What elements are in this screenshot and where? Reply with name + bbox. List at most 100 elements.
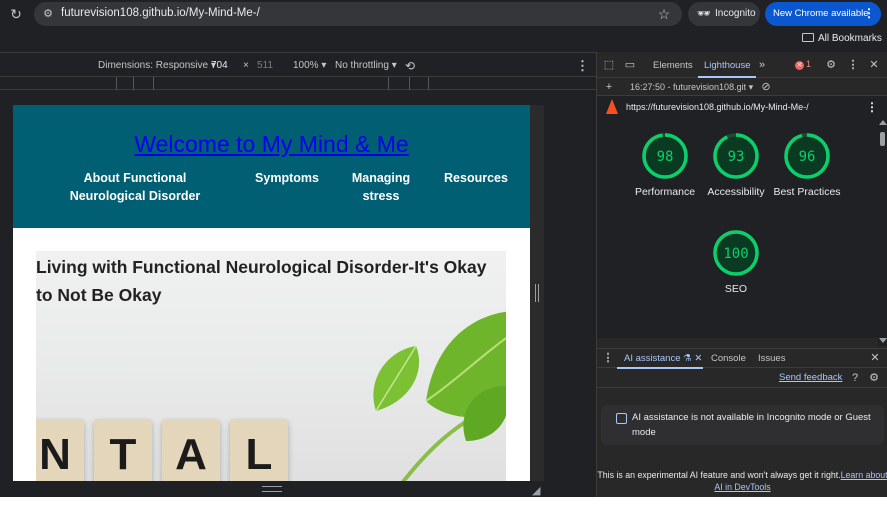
scroll-down-icon[interactable] — [879, 338, 887, 343]
flask-icon: ⚗ — [683, 353, 692, 364]
gauge-accessibility[interactable]: 93 Accessibility — [701, 132, 771, 199]
ai-unavailable-notice: AI assistance is not available in Incogn… — [601, 405, 884, 445]
chrome-menu-icon[interactable]: ⋮ — [863, 6, 875, 20]
ai-unavailable-text: AI assistance is not available in Incogn… — [632, 412, 871, 438]
letter-tile: L — [230, 419, 288, 481]
bookmarks-bar: All Bookmarks — [0, 28, 887, 52]
report-scrollbar[interactable] — [878, 118, 887, 346]
report-menu-icon[interactable]: ⋮ — [866, 100, 878, 114]
drawer-menu-icon[interactable]: ⋮ — [601, 351, 615, 365]
incognito-icon: 🕶 — [697, 8, 711, 20]
clear-reports-icon[interactable]: ⊘ — [759, 80, 773, 94]
tab-ai-assistance-label: AI assistance — [624, 353, 681, 364]
device-toolbar: Dimensions: Responsive ▾ 704 × 511 100% … — [0, 52, 596, 76]
browser-toolbar: ↻ ⚙ futurevision108.github.io/My-Mind-Me… — [0, 0, 887, 28]
close-devtools-icon[interactable]: ✕ — [867, 58, 881, 72]
nav-link-resources[interactable]: Resources — [438, 169, 514, 187]
incognito-indicator[interactable]: 🕶 Incognito — [688, 2, 760, 26]
device-toggle-icon[interactable]: ▭ — [623, 58, 637, 72]
gauge-score: 98 — [657, 149, 674, 165]
letter-tile-text: T — [109, 430, 137, 479]
inspect-element-icon[interactable]: ⬚ — [602, 58, 616, 72]
scroll-thumb[interactable] — [880, 132, 885, 146]
letter-tile-text: L — [245, 430, 273, 479]
resize-handle-bottom[interactable] — [262, 486, 282, 492]
bookmark-star-icon[interactable]: ☆ — [656, 6, 672, 22]
dimensions-label: Dimensions: Responsive — [98, 60, 209, 71]
update-chrome-button[interactable]: New Chrome available ⋮ — [765, 2, 881, 26]
emulated-page: Welcome to My Mind & Me About Functional… — [13, 105, 530, 481]
incognito-label: Incognito — [715, 8, 756, 19]
tab-issues[interactable]: Issues — [758, 353, 785, 364]
letter-tile: N — [36, 419, 84, 481]
width-input[interactable]: 704 — [211, 60, 228, 71]
lighthouse-report-header: https://futurevision108.github.io/My-Min… — [597, 96, 887, 118]
ai-disclaimer: This is an experimental AI feature and w… — [597, 469, 887, 493]
error-icon: ✕ — [795, 61, 804, 70]
throttling-dropdown[interactable]: No throttling ▾ — [335, 60, 397, 71]
ai-settings-icon[interactable]: ⚙ — [867, 371, 881, 385]
tab-lighthouse[interactable]: Lighthouse — [704, 60, 750, 71]
zoom-dropdown[interactable]: 100% ▾ — [293, 60, 326, 71]
update-chrome-label: New Chrome available — [773, 8, 869, 19]
site-title-link[interactable]: Welcome to My Mind & Me — [13, 131, 530, 158]
nav-link-about-fnd[interactable]: About Functional Neurological Disorder — [46, 169, 224, 205]
error-count-badge[interactable]: ✕ 1 — [795, 59, 811, 70]
gauge-score: 96 — [799, 149, 816, 165]
device-toolbar-menu-icon[interactable]: ⋮ — [576, 58, 589, 74]
reload-icon[interactable]: ↻ — [8, 6, 24, 22]
gauge-performance[interactable]: 98 Performance — [630, 132, 700, 199]
gauge-seo[interactable]: 100 SEO — [701, 229, 771, 296]
resize-handle-right[interactable] — [535, 284, 539, 302]
close-drawer-icon[interactable]: ✕ — [868, 351, 882, 365]
devtools-panel: ⬚ ▭ Elements Lighthouse » ✕ 1 ⚙ ⋮ ✕ + 16:… — [596, 52, 887, 497]
gauge-ring: 98 — [642, 133, 688, 179]
dimensions-dropdown[interactable]: Dimensions: Responsive ▾ — [98, 60, 216, 71]
dimension-separator: × — [243, 60, 249, 71]
address-bar[interactable]: ⚙ futurevision108.github.io/My-Mind-Me-/… — [34, 2, 682, 26]
nav-link-symptoms[interactable]: Symptoms — [249, 169, 325, 187]
gauge-label: Best Practices — [773, 186, 841, 198]
settings-gear-icon[interactable]: ⚙ — [824, 58, 838, 72]
letter-tile: A — [162, 419, 220, 481]
gauge-ring: 96 — [784, 133, 830, 179]
tab-elements[interactable]: Elements — [653, 60, 693, 71]
error-count: 1 — [806, 59, 812, 69]
nav-link-managing-stress[interactable]: Managing stress — [344, 169, 418, 205]
ai-assistance-icon — [616, 413, 627, 424]
height-input[interactable]: 511 — [257, 60, 273, 71]
help-icon[interactable]: ? — [848, 371, 862, 385]
browser-window: ↻ ⚙ futurevision108.github.io/My-Mind-Me… — [0, 0, 887, 497]
all-bookmarks-button[interactable]: All Bookmarks — [802, 33, 882, 44]
letter-tile: T — [94, 419, 152, 481]
all-bookmarks-label: All Bookmarks — [818, 33, 882, 44]
rotate-icon[interactable]: ⟲ — [403, 59, 417, 73]
devtools-menu-icon[interactable]: ⋮ — [846, 58, 860, 72]
gauge-label: SEO — [724, 283, 748, 295]
address-bar-url[interactable]: futurevision108.github.io/My-Mind-Me-/ — [61, 7, 260, 19]
site-settings-icon[interactable]: ⚙ — [40, 6, 56, 22]
scroll-up-icon[interactable] — [879, 120, 887, 125]
gauge-ring: 100 — [713, 230, 759, 276]
tab-console[interactable]: Console — [711, 353, 746, 364]
close-tab-icon[interactable]: ✕ — [694, 353, 702, 364]
gauge-score: 93 — [728, 149, 745, 165]
gauge-label: Accessibility — [707, 186, 765, 198]
zoom-label: 100% — [293, 60, 319, 71]
folder-icon — [802, 33, 814, 42]
page-bottom-margin — [0, 497, 887, 512]
report-url[interactable]: https://futurevision108.github.io/My-Min… — [626, 102, 809, 112]
send-feedback-link[interactable]: Send feedback — [779, 372, 842, 383]
gauge-best-practices[interactable]: 96 Best Practices — [772, 132, 842, 199]
tab-ai-assistance[interactable]: AI assistance ⚗ ✕ — [624, 353, 702, 364]
media-query-ruler — [0, 76, 596, 90]
report-select[interactable]: 16:27:50 - futurevision108.git ▾ — [630, 82, 753, 93]
gauge-score: 100 — [723, 246, 748, 262]
new-report-icon[interactable]: + — [602, 80, 616, 94]
ai-disclaimer-text: This is an experimental AI feature and w… — [597, 470, 841, 480]
lighthouse-scores: 98 Performance 93 Accessibility 96 Best — [597, 118, 878, 338]
resize-handle-corner[interactable]: ◢ — [532, 484, 540, 497]
lighthouse-logo-icon — [606, 99, 618, 114]
hero-image: Living with Functional Neurological Diso… — [36, 251, 506, 481]
more-tabs-icon[interactable]: » — [755, 58, 769, 72]
